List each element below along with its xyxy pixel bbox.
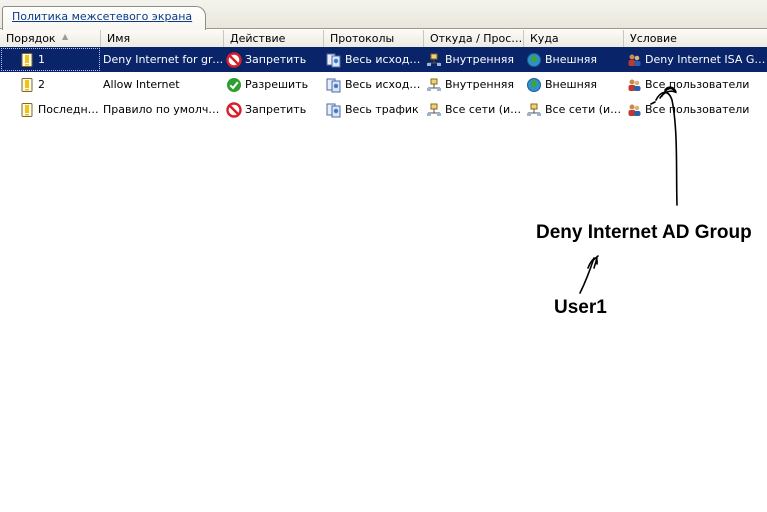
- cell-from: Все сети (и л…: [424, 97, 524, 122]
- network-icon: [426, 77, 442, 93]
- cell-order: 1: [0, 47, 101, 72]
- column-header-to[interactable]: Куда: [524, 30, 624, 47]
- column-header-action[interactable]: Действие: [224, 30, 324, 47]
- cell-action: Разрешить: [224, 72, 324, 97]
- network-icon: [426, 102, 442, 118]
- cell-order: 2: [0, 72, 101, 97]
- network-icon: [526, 102, 542, 118]
- protocol-icon: [326, 77, 342, 93]
- globe-icon: [526, 52, 542, 68]
- table-row[interactable]: 1 Deny Internet for group Запретить Весь ис…: [0, 47, 767, 72]
- annotation-user1: User1: [554, 297, 607, 318]
- cell-condition: Deny Internet ISA Group: [624, 47, 767, 72]
- cell-action: Запретить: [224, 97, 324, 122]
- cell-to: Все сети (и л…: [524, 97, 624, 122]
- list-header: Порядок ▲ Имя Действие Протоколы Откуда …: [0, 30, 767, 47]
- tab-firewall-policy-label: Политика межсетевого экрана: [12, 10, 193, 23]
- column-header-protocols[interactable]: Протоколы: [324, 30, 424, 47]
- users-icon: [626, 102, 642, 118]
- cell-protocols: Весь трафик: [324, 97, 424, 122]
- cell-action: Запретить: [224, 47, 324, 72]
- scribble-user1: [587, 255, 599, 269]
- tab-strip: Политика межсетевого экрана: [0, 0, 767, 30]
- network-icon: [426, 52, 442, 68]
- column-header-condition[interactable]: Условие: [624, 30, 767, 47]
- users-icon: [626, 77, 642, 93]
- rules-list: Порядок ▲ Имя Действие Протоколы Откуда …: [0, 30, 767, 122]
- column-header-from[interactable]: Откуда / Прос…: [424, 30, 524, 47]
- annotation-ad-group: Deny Internet AD Group: [536, 222, 752, 243]
- globe-icon: [526, 77, 542, 93]
- list-body: 1 Deny Internet for group Запретить Весь ис…: [0, 47, 767, 122]
- protocol-icon: [326, 52, 342, 68]
- protocol-icon: [326, 102, 342, 118]
- cell-protocols: Весь исходя…: [324, 47, 424, 72]
- table-row[interactable]: ПоследнийПравило по умолчаниюЗапретитьВе…: [0, 97, 767, 122]
- cell-protocols: Весь исходя…: [324, 72, 424, 97]
- column-header-order[interactable]: Порядок ▲: [0, 30, 101, 47]
- arrow-to-user1: [579, 257, 595, 294]
- column-header-name[interactable]: Имя: [101, 30, 224, 47]
- cell-name: Allow Internet: [103, 78, 180, 91]
- cell-name: Правило по умолчанию: [103, 103, 224, 116]
- users-icon: [626, 52, 642, 68]
- deny-icon: [226, 101, 242, 118]
- rule-icon: [19, 52, 35, 68]
- table-row[interactable]: 2 Allow Internet Разрешить Весь исходя… Внут…: [0, 72, 767, 97]
- cell-to: Внешняя: [524, 47, 624, 72]
- cell-to: Внешняя: [524, 72, 624, 97]
- rule-icon: [19, 102, 35, 118]
- cell-name: Deny Internet for group: [103, 53, 224, 66]
- deny-icon: [226, 51, 242, 68]
- cell-order: Последний: [0, 97, 101, 122]
- cell-condition: Все пользователи: [624, 72, 767, 97]
- allow-icon: [226, 77, 242, 93]
- tab-firewall-policy[interactable]: Политика межсетевого экрана: [2, 6, 206, 30]
- rule-icon: [19, 77, 35, 93]
- cell-from: Внутренняя: [424, 72, 524, 97]
- sort-ascending-icon: ▲: [62, 32, 69, 41]
- cell-from: Внутренняя: [424, 47, 524, 72]
- cell-condition: Все пользователи: [624, 97, 767, 122]
